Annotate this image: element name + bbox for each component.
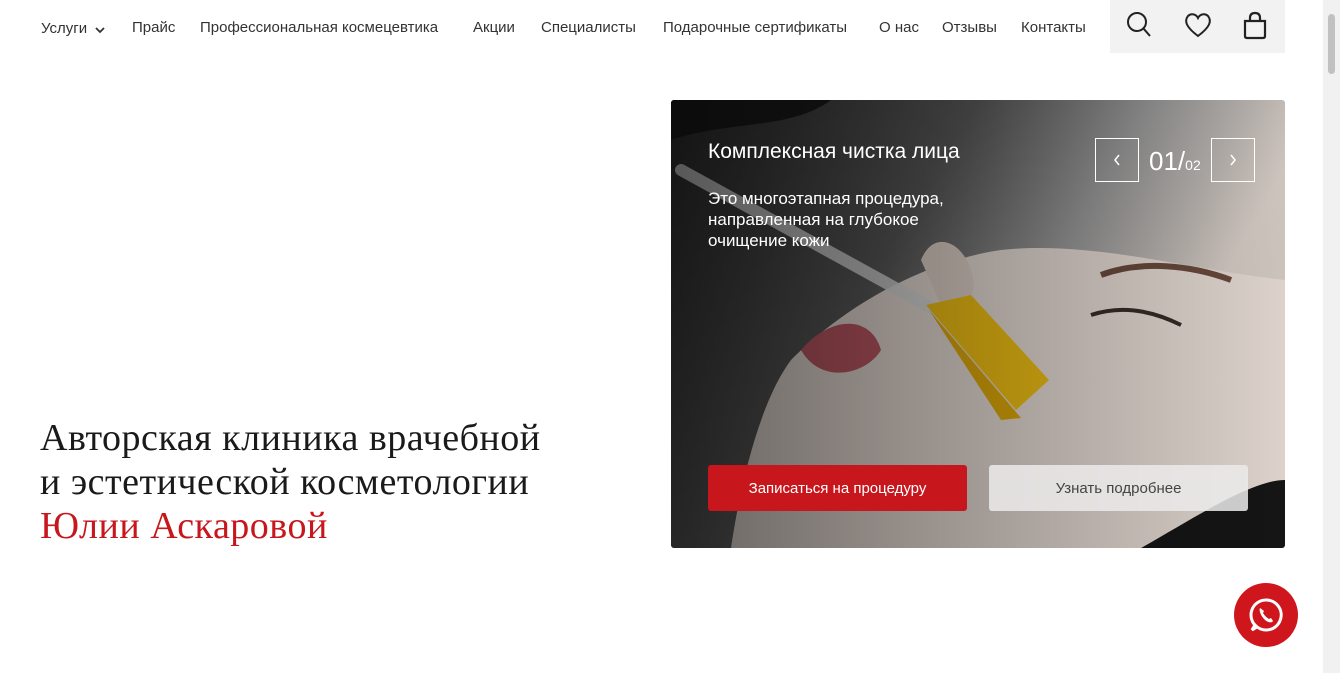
next-slide-button[interactable]: [1211, 138, 1255, 182]
nav-item-promotions[interactable]: Акции: [473, 19, 515, 36]
header-icons: [1110, 0, 1285, 53]
title-line-2: и эстетической косметологии: [40, 461, 530, 503]
nav-item-services[interactable]: Услуги: [41, 20, 105, 38]
prev-slide-button[interactable]: [1095, 138, 1139, 182]
chevron-left-icon: [1114, 154, 1120, 166]
page-title: Авторская клиника врачебной и эстетическ…: [40, 416, 660, 548]
slide-counter: 01/02: [1149, 146, 1201, 177]
bag-icon[interactable]: [1238, 8, 1272, 42]
nav-item-about[interactable]: О нас: [879, 19, 919, 36]
whatsapp-button[interactable]: [1234, 583, 1298, 647]
nav-item-price[interactable]: Прайс: [132, 19, 175, 36]
title-line-1: Авторская клиника врачебной: [40, 417, 541, 459]
procedure-slider: Комплексная чистка лица Это многоэтапная…: [671, 100, 1285, 548]
book-procedure-button[interactable]: Записаться на процедуру: [708, 465, 967, 511]
scrollbar-thumb[interactable]: [1328, 14, 1335, 74]
nav-item-specialists[interactable]: Специалисты: [541, 19, 636, 36]
nav-item-cosmeceutics[interactable]: Профессиональная космецевтика: [200, 19, 438, 36]
learn-more-button[interactable]: Узнать подробнее: [989, 465, 1248, 511]
slide-total: 02: [1185, 157, 1201, 173]
slide-description: Это многоэтапная процедура, направленная…: [708, 189, 944, 250]
main-nav: Услуги Прайс Профессиональная космецевти…: [0, 0, 1110, 56]
chevron-right-icon: [1230, 154, 1236, 166]
nav-item-gift-certificates[interactable]: Подарочные сертификаты: [663, 19, 847, 36]
slide-current: 01/: [1149, 146, 1186, 176]
nav-item-label: Услуги: [41, 20, 88, 37]
heart-icon[interactable]: [1181, 8, 1215, 42]
whatsapp-icon: [1249, 598, 1283, 632]
nav-item-contacts[interactable]: Контакты: [1021, 19, 1086, 36]
title-line-3: Юлии Аскаровой: [40, 505, 328, 547]
nav-item-reviews[interactable]: Отзывы: [942, 19, 997, 36]
page-scrollbar[interactable]: [1323, 0, 1340, 673]
chevron-down-icon: [95, 21, 105, 38]
slide-title: Комплексная чистка лица: [708, 140, 960, 163]
search-icon[interactable]: [1122, 8, 1156, 42]
